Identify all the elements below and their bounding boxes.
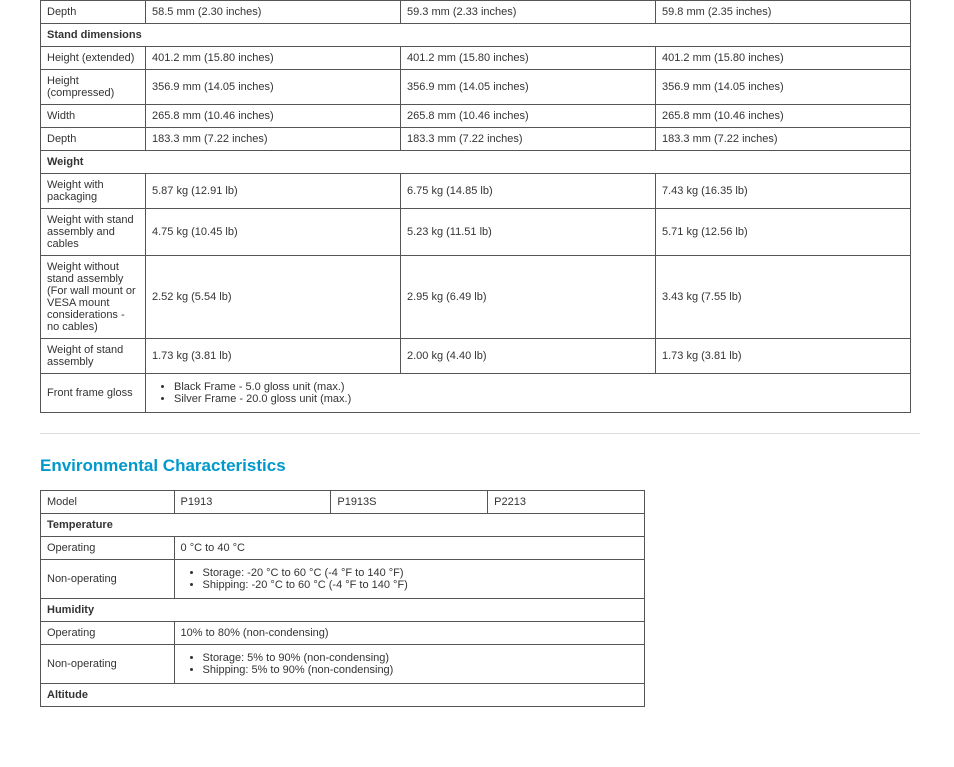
table-row: Operating 10% to 80% (non-condensing): [41, 622, 645, 645]
row-label: Weight of stand assembly: [41, 339, 146, 374]
section-title: Stand dimensions: [41, 24, 911, 47]
cell: 265.8 mm (10.46 inches): [656, 105, 911, 128]
section-header: Altitude: [41, 684, 645, 707]
cell: P2213: [488, 491, 645, 514]
row-label: Depth: [41, 1, 146, 24]
table-row: Weight without stand assembly (For wall …: [41, 256, 911, 339]
cell: Black Frame - 5.0 gloss unit (max.) Silv…: [146, 374, 911, 413]
list-item: Shipping: 5% to 90% (non-condensing): [203, 664, 638, 676]
table-row: Weight of stand assembly 1.73 kg (3.81 l…: [41, 339, 911, 374]
table-row: Weight with packaging 5.87 kg (12.91 lb)…: [41, 174, 911, 209]
table-row: Height (compressed) 356.9 mm (14.05 inch…: [41, 70, 911, 105]
row-label: Weight with stand assembly and cables: [41, 209, 146, 256]
cell: 59.3 mm (2.33 inches): [401, 1, 656, 24]
section-header: Humidity: [41, 599, 645, 622]
cell: Storage: -20 °C to 60 °C (-4 °F to 140 °…: [174, 560, 644, 599]
table-row: Height (extended) 401.2 mm (15.80 inches…: [41, 47, 911, 70]
row-label: Height (compressed): [41, 70, 146, 105]
row-label: Width: [41, 105, 146, 128]
separator: [40, 433, 920, 434]
table-row: Model P1913 P1913S P2213: [41, 491, 645, 514]
cell: 401.2 mm (15.80 inches): [656, 47, 911, 70]
row-label: Weight with packaging: [41, 174, 146, 209]
table-row: Depth 58.5 mm (2.30 inches) 59.3 mm (2.3…: [41, 1, 911, 24]
table-row: Depth 183.3 mm (7.22 inches) 183.3 mm (7…: [41, 128, 911, 151]
cell: 10% to 80% (non-condensing): [174, 622, 644, 645]
cell: 5.71 kg (12.56 lb): [656, 209, 911, 256]
section-title: Weight: [41, 151, 911, 174]
cell: 5.23 kg (11.51 lb): [401, 209, 656, 256]
physical-table: Depth 58.5 mm (2.30 inches) 59.3 mm (2.3…: [40, 0, 911, 413]
row-label: Height (extended): [41, 47, 146, 70]
cell: 356.9 mm (14.05 inches): [656, 70, 911, 105]
list-item: Storage: -20 °C to 60 °C (-4 °F to 140 °…: [203, 567, 638, 579]
section-header: Temperature: [41, 514, 645, 537]
section-header: Stand dimensions: [41, 24, 911, 47]
cell: P1913: [174, 491, 331, 514]
row-label: Operating: [41, 537, 175, 560]
cell: 183.3 mm (7.22 inches): [401, 128, 656, 151]
row-label: Depth: [41, 128, 146, 151]
section-header: Weight: [41, 151, 911, 174]
table-row: Front frame gloss Black Frame - 5.0 glos…: [41, 374, 911, 413]
cell: 2.95 kg (6.49 lb): [401, 256, 656, 339]
cell: 59.8 mm (2.35 inches): [656, 1, 911, 24]
row-label: Non-operating: [41, 560, 175, 599]
list-item: Silver Frame - 20.0 gloss unit (max.): [174, 393, 904, 405]
row-label: Operating: [41, 622, 175, 645]
cell: 3.43 kg (7.55 lb): [656, 256, 911, 339]
cell: Storage: 5% to 90% (non-condensing) Ship…: [174, 645, 644, 684]
table-row: Weight with stand assembly and cables 4.…: [41, 209, 911, 256]
cell: 5.87 kg (12.91 lb): [146, 174, 401, 209]
section-title: Altitude: [41, 684, 645, 707]
table-row: Width 265.8 mm (10.46 inches) 265.8 mm (…: [41, 105, 911, 128]
environmental-table: Model P1913 P1913S P2213 Temperature Ope…: [40, 490, 645, 707]
cell: 2.52 kg (5.54 lb): [146, 256, 401, 339]
section-heading: Environmental Characteristics: [40, 456, 914, 476]
table-row: Non-operating Storage: -20 °C to 60 °C (…: [41, 560, 645, 599]
section-title: Humidity: [41, 599, 645, 622]
cell: 356.9 mm (14.05 inches): [146, 70, 401, 105]
list-item: Shipping: -20 °C to 60 °C (-4 °F to 140 …: [203, 579, 638, 591]
cell: 2.00 kg (4.40 lb): [401, 339, 656, 374]
cell: 7.43 kg (16.35 lb): [656, 174, 911, 209]
cell: 401.2 mm (15.80 inches): [146, 47, 401, 70]
cell: 183.3 mm (7.22 inches): [146, 128, 401, 151]
cell: 58.5 mm (2.30 inches): [146, 1, 401, 24]
table-row: Non-operating Storage: 5% to 90% (non-co…: [41, 645, 645, 684]
cell: 0 °C to 40 °C: [174, 537, 644, 560]
row-label: Non-operating: [41, 645, 175, 684]
list-item: Black Frame - 5.0 gloss unit (max.): [174, 381, 904, 393]
row-label: Front frame gloss: [41, 374, 146, 413]
cell: 1.73 kg (3.81 lb): [146, 339, 401, 374]
table-row: Operating 0 °C to 40 °C: [41, 537, 645, 560]
cell: 265.8 mm (10.46 inches): [401, 105, 656, 128]
row-label: Model: [41, 491, 175, 514]
cell: 356.9 mm (14.05 inches): [401, 70, 656, 105]
cell: 265.8 mm (10.46 inches): [146, 105, 401, 128]
cell: 401.2 mm (15.80 inches): [401, 47, 656, 70]
cell: 183.3 mm (7.22 inches): [656, 128, 911, 151]
cell: 1.73 kg (3.81 lb): [656, 339, 911, 374]
row-label: Weight without stand assembly (For wall …: [41, 256, 146, 339]
section-title: Temperature: [41, 514, 645, 537]
list-item: Storage: 5% to 90% (non-condensing): [203, 652, 638, 664]
cell: 6.75 kg (14.85 lb): [401, 174, 656, 209]
cell: P1913S: [331, 491, 488, 514]
cell: 4.75 kg (10.45 lb): [146, 209, 401, 256]
